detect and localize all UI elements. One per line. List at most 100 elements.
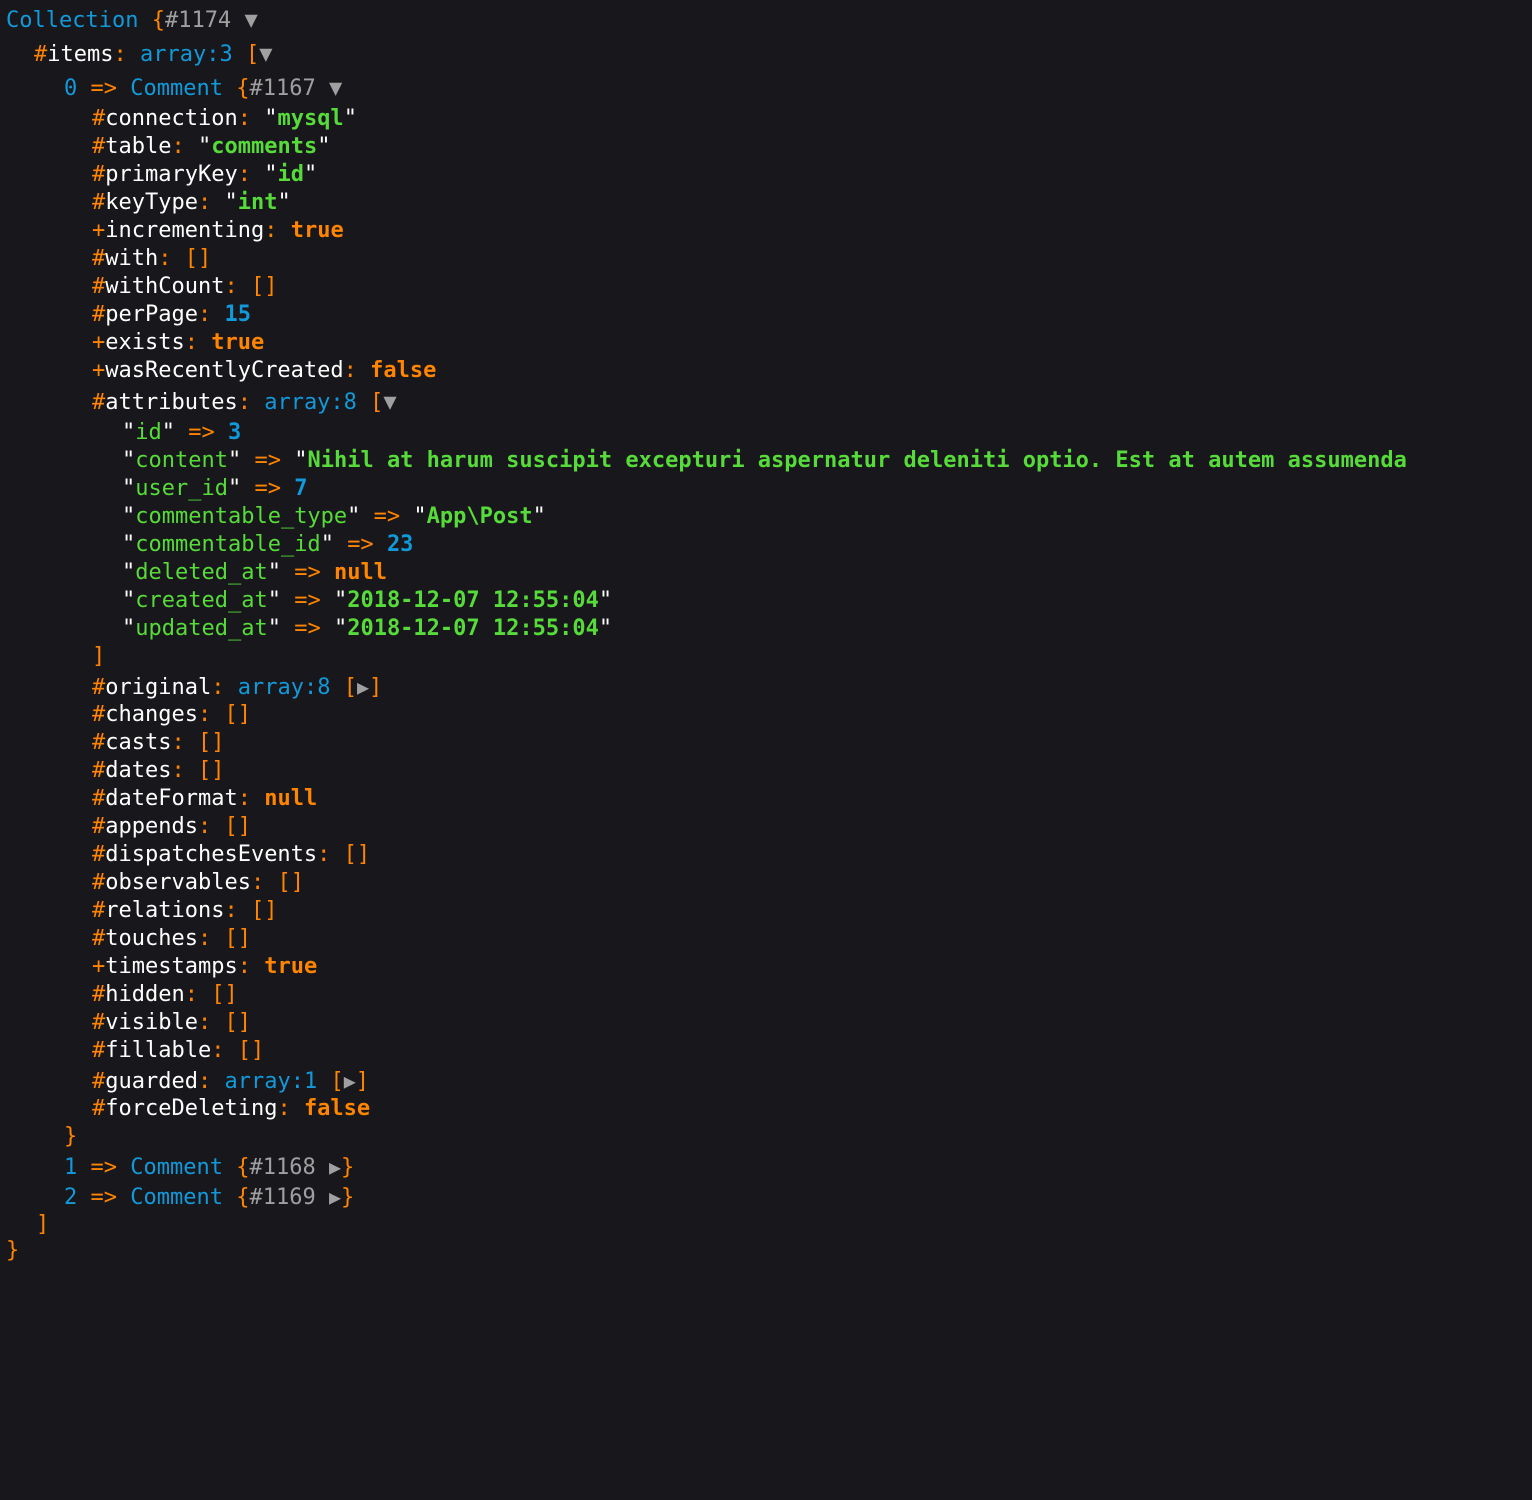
expand-toggle-icon[interactable]: ▶ — [329, 1155, 341, 1179]
prop-value: false — [303, 1096, 371, 1121]
class-name: Comment — [130, 1185, 223, 1210]
prop-value: id — [277, 162, 304, 187]
attr-created_at: "created_at" => "2018-12-07 12:55:04" — [122, 588, 613, 613]
empty-array: [] — [250, 898, 278, 923]
attr-value: 2018-12-07 12:55:04 — [347, 616, 599, 641]
object-id: #1169 — [249, 1185, 316, 1210]
object-id: #1174 — [164, 8, 232, 33]
class-name: Comment — [130, 1155, 223, 1180]
prop-connection: #connection: "mysql" — [92, 106, 357, 131]
prop-exists: +exists: true — [92, 330, 265, 355]
prop-touches: #touches: [] — [92, 926, 251, 951]
attributes-close: ] — [92, 644, 106, 669]
arrow: => — [90, 76, 118, 101]
empty-array: [] — [343, 842, 371, 867]
empty-array: [] — [224, 702, 251, 727]
collapse-toggle-icon[interactable]: ▼ — [244, 8, 257, 33]
prop-incrementing: +incrementing: true — [92, 218, 344, 243]
array-note: array:1 — [224, 1069, 318, 1094]
prop-appends: #appends: [] — [92, 814, 251, 839]
item-index: 1 — [64, 1155, 78, 1180]
prop-dates: #dates: [] — [92, 758, 225, 783]
prop-timestamps: +timestamps: true — [92, 954, 318, 979]
prop-changes: #changes: [] — [92, 702, 251, 727]
item-0-header: 0 => Comment {#1167 ▼ — [64, 76, 343, 101]
attr-user_id: "user_id" => 7 — [122, 476, 308, 501]
attr-commentable_type: "commentable_type" => "App\Post" — [122, 504, 546, 529]
prop-original: #original: array:8 [▶] — [92, 675, 383, 700]
array-note: array:8 — [264, 390, 357, 415]
attr-value: 2018-12-07 12:55:04 — [347, 588, 599, 613]
prop-value: null — [264, 786, 318, 811]
empty-array: [] — [197, 730, 225, 755]
object-id: #1167 — [249, 76, 316, 101]
expand-toggle-icon[interactable]: ▶ — [344, 1069, 356, 1093]
attr-value: Nihil at harum suscipit excepturi aspern… — [307, 448, 1407, 473]
prop-wasRecentlyCreated: +wasRecentlyCreated: false — [92, 358, 437, 383]
expand-toggle-icon[interactable]: ▶ — [357, 675, 369, 699]
prop-dispatchesEvents: #dispatchesEvents: [] — [92, 842, 371, 867]
class-name: Comment — [130, 76, 223, 101]
var-dump: Collection {#1174 ▼ #items: array:3 [▼ 0… — [0, 0, 1532, 1268]
attr-value: 7 — [294, 476, 308, 501]
prop-value: mysql — [277, 106, 344, 131]
items-property: #items: array:3 [▼ — [34, 42, 273, 67]
object-id: #1168 — [249, 1155, 316, 1180]
prop-with: #with: [] — [92, 246, 212, 271]
prop-value: 15 — [224, 302, 251, 327]
attr-deleted_at: "deleted_at" => null — [122, 560, 387, 585]
prop-value: int — [237, 190, 278, 215]
prop-guarded: #guarded: array:1 [▶] — [92, 1069, 369, 1094]
attr-content: "content" => "Nihil at harum suscipit ex… — [122, 448, 1407, 473]
prop-table: #table: "comments" — [92, 134, 331, 159]
prop-withCount: #withCount: [] — [92, 274, 278, 299]
items-close: ] — [36, 1212, 50, 1237]
prop-primaryKey: #primaryKey: "id" — [92, 162, 318, 187]
prop-perPage: #perPage: 15 — [92, 302, 251, 327]
attr-value: 3 — [228, 420, 242, 445]
item-1-header: 1 => Comment {#1168 ▶} — [64, 1155, 355, 1180]
class-name: Collection — [6, 8, 139, 33]
prop-value: comments — [211, 134, 318, 159]
prop-fillable: #fillable: [] — [92, 1038, 265, 1063]
item-index: 2 — [64, 1185, 78, 1210]
empty-array: [] — [277, 870, 304, 895]
prop-keyType: #keyType: "int" — [92, 190, 291, 215]
prop-casts: #casts: [] — [92, 730, 225, 755]
collection-header: Collection {#1174 ▼ — [6, 7, 258, 35]
empty-array: [] — [224, 926, 251, 951]
prop-relations: #relations: [] — [92, 898, 278, 923]
property-name: items — [47, 42, 114, 67]
array-note: array:3 — [139, 42, 233, 67]
empty-array: [] — [237, 1038, 265, 1063]
collapse-toggle-icon[interactable]: ▼ — [383, 390, 396, 415]
attr-value: 23 — [386, 532, 414, 557]
item-2-header: 2 => Comment {#1169 ▶} — [64, 1185, 355, 1210]
empty-array: [] — [224, 814, 251, 839]
array-note: array:8 — [237, 675, 331, 700]
collapse-toggle-icon[interactable]: ▼ — [259, 42, 272, 67]
prop-value: false — [370, 358, 437, 383]
attr-value: App\Post — [426, 504, 533, 529]
prop-attributes: #attributes: array:8 [▼ — [92, 390, 397, 415]
attr-value: null — [333, 560, 387, 585]
empty-array: [] — [250, 274, 278, 299]
prop-hidden: #hidden: [] — [92, 982, 238, 1007]
expand-toggle-icon[interactable]: ▶ — [329, 1185, 341, 1209]
attr-updated_at: "updated_at" => "2018-12-07 12:55:04" — [122, 616, 613, 641]
prop-dateFormat: #dateFormat: null — [92, 786, 318, 811]
empty-array: [] — [184, 246, 212, 271]
attr-id: "id" => 3 — [122, 420, 242, 445]
prop-value: true — [211, 330, 265, 355]
protected-marker: # — [34, 42, 48, 67]
collection-close: } — [6, 1238, 20, 1263]
prop-forceDeleting: #forceDeleting: false — [92, 1096, 371, 1121]
collapse-toggle-icon[interactable]: ▼ — [329, 76, 342, 101]
item-index: 0 — [64, 76, 78, 101]
item-0-close: } — [64, 1124, 78, 1149]
open-brace: { — [151, 8, 165, 33]
prop-observables: #observables: [] — [92, 870, 304, 895]
prop-visible: #visible: [] — [92, 1010, 251, 1035]
empty-array: [] — [224, 1010, 251, 1035]
prop-value: true — [264, 954, 318, 979]
